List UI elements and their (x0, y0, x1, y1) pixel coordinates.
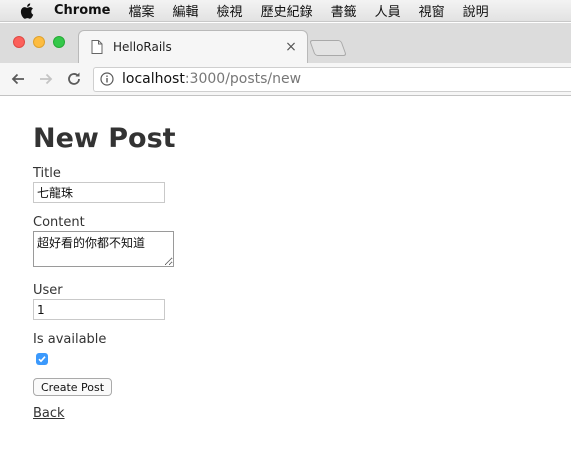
url-host: localhost (122, 71, 185, 87)
menu-view[interactable]: 檢視 (217, 1, 243, 20)
url-text: localhost:3000/posts/new (122, 71, 301, 87)
apple-logo-icon[interactable] (20, 2, 34, 19)
tab-close-icon[interactable]: × (283, 39, 299, 55)
document-icon (91, 40, 103, 54)
checkmark-icon (38, 356, 46, 363)
url-path: :3000/posts/new (184, 71, 302, 87)
menu-people[interactable]: 人員 (375, 1, 401, 20)
browser-tab-strip: HelloRails × (0, 23, 571, 63)
title-label: Title (33, 166, 61, 181)
browser-toolbar: localhost:3000/posts/new (0, 63, 571, 96)
new-tab-button[interactable] (309, 40, 347, 56)
tab-title: HelloRails (113, 40, 172, 54)
create-post-button[interactable]: Create Post (33, 378, 113, 396)
title-input[interactable] (33, 182, 165, 203)
reload-icon[interactable] (65, 70, 83, 88)
menu-edit[interactable]: 編輯 (173, 1, 199, 20)
menu-app-chrome[interactable]: Chrome (54, 3, 111, 18)
address-bar[interactable]: localhost:3000/posts/new (93, 66, 571, 92)
window-zoom-button[interactable] (53, 36, 65, 48)
forward-arrow-icon[interactable] (37, 70, 55, 88)
menu-bookmarks[interactable]: 書籤 (331, 1, 357, 20)
menu-file[interactable]: 檔案 (129, 1, 155, 20)
window-minimize-button[interactable] (33, 36, 45, 48)
page-content: New Post Title Content 超好看的你都不知道 User Is… (33, 96, 553, 421)
menu-help[interactable]: 說明 (463, 1, 489, 20)
is-available-label: Is available (33, 332, 107, 347)
user-input[interactable] (33, 299, 165, 320)
page-title: New Post (33, 123, 176, 154)
window-close-button[interactable] (13, 36, 25, 48)
browser-tab-active[interactable]: HelloRails × (78, 30, 308, 63)
menu-window[interactable]: 視窗 (419, 1, 445, 20)
is-available-checkbox[interactable] (36, 353, 48, 365)
mac-menu-bar: Chrome 檔案 編輯 檢視 歷史紀錄 書籤 人員 視窗 說明 (0, 0, 571, 22)
content-label: Content (33, 215, 85, 230)
menu-history[interactable]: 歷史紀錄 (261, 1, 313, 20)
back-arrow-icon[interactable] (9, 70, 27, 88)
back-link[interactable]: Back (33, 406, 65, 421)
user-label: User (33, 283, 63, 298)
info-icon[interactable] (100, 72, 114, 86)
content-textarea[interactable]: 超好看的你都不知道 (33, 231, 174, 267)
